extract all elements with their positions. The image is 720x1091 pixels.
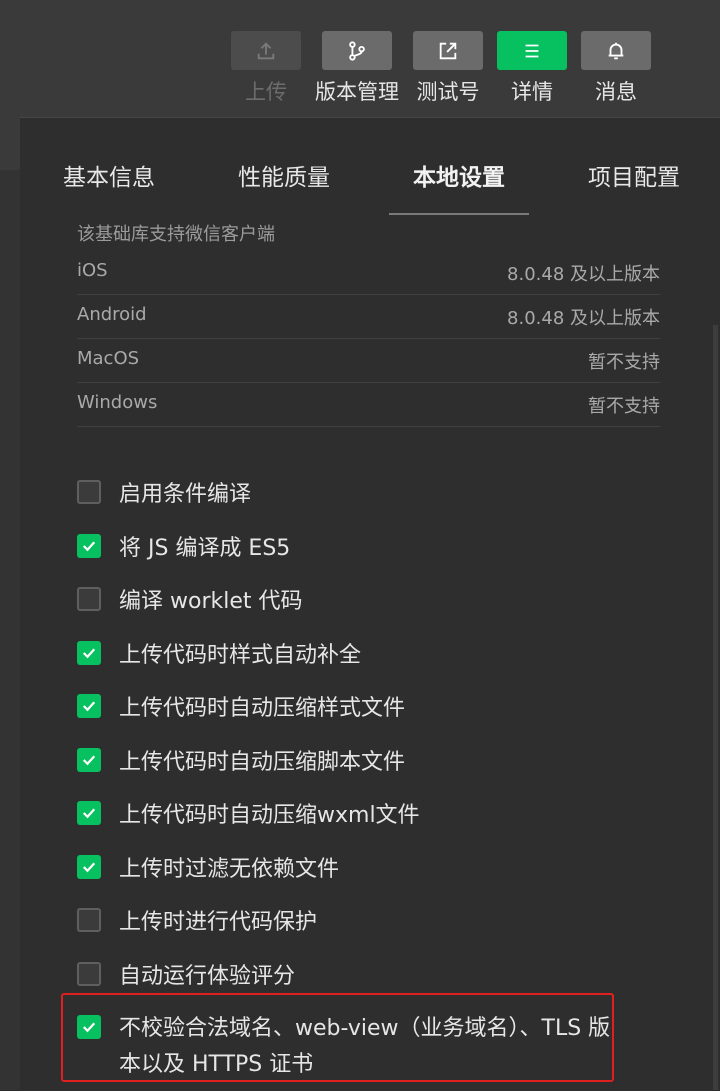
upload-icon	[231, 31, 301, 70]
support-row: iOS 8.0.48 及以上版本	[77, 250, 660, 295]
platform-name: iOS	[77, 260, 108, 281]
tab-project-config[interactable]: 项目配置	[588, 158, 680, 192]
checkbox[interactable]	[77, 908, 101, 932]
checkbox[interactable]	[77, 480, 101, 504]
checkmark-icon	[82, 755, 96, 766]
platform-support: 暂不支持	[588, 396, 660, 417]
option-label: 上传代码时自动压缩wxml文件	[119, 803, 420, 828]
checkbox-checked[interactable]	[77, 855, 101, 879]
test-account-button[interactable]: 测试号	[413, 31, 483, 105]
option-style-autocomplete[interactable]: 上传代码时样式自动补全	[77, 639, 362, 668]
platform-support: 8.0.48 及以上版本	[507, 308, 660, 329]
platform-support: 8.0.48 及以上版本	[507, 264, 660, 285]
scrollbar[interactable]	[713, 325, 718, 1090]
option-label: 上传时过滤无依赖文件	[119, 857, 340, 882]
active-tab-indicator	[389, 213, 529, 215]
details-panel: 基本信息 性能质量 本地设置 项目配置 该基础库支持微信客户端 iOS 8.0.…	[20, 117, 720, 1091]
option-label: 启用条件编译	[119, 482, 252, 507]
option-code-protection[interactable]: 上传时进行代码保护	[77, 906, 318, 935]
option-minify-script[interactable]: 上传代码时自动压缩脚本文件	[77, 746, 406, 775]
support-row: MacOS 暂不支持	[77, 338, 660, 383]
support-row: Android 8.0.48 及以上版本	[77, 294, 660, 339]
checkbox-checked[interactable]	[77, 534, 101, 558]
tab-local-settings[interactable]: 本地设置	[413, 158, 505, 192]
option-label: 上传时进行代码保护	[119, 910, 318, 935]
option-label: 上传代码时样式自动补全	[119, 643, 362, 668]
checkmark-icon	[82, 701, 96, 712]
tab-basic-info[interactable]: 基本信息	[63, 158, 155, 192]
option-auto-audit[interactable]: 自动运行体验评分	[77, 960, 296, 989]
option-es6-to-es5[interactable]: 将 JS 编译成 ES5	[77, 532, 291, 561]
checkmark-icon	[82, 862, 96, 873]
details-button[interactable]: 详情	[497, 31, 567, 105]
tab-performance[interactable]: 性能质量	[238, 158, 330, 192]
checkmark-icon	[82, 541, 96, 552]
checkbox-checked[interactable]	[77, 641, 101, 665]
upload-button[interactable]: 上传	[231, 31, 301, 105]
option-minify-wxml[interactable]: 上传代码时自动压缩wxml文件	[77, 799, 420, 828]
checkmark-icon	[82, 648, 96, 659]
checkbox[interactable]	[77, 587, 101, 611]
option-label: 将 JS 编译成 ES5	[119, 536, 291, 561]
checkmark-icon	[82, 808, 96, 819]
top-toolbar: 上传 版本管理 测试号 详情 消息	[0, 0, 720, 117]
option-compile-worklet[interactable]: 编译 worklet 代码	[77, 585, 303, 614]
details-tabs: 基本信息 性能质量 本地设置 项目配置	[20, 118, 720, 215]
option-conditional-compile[interactable]: 启用条件编译	[77, 478, 252, 507]
checkbox[interactable]	[77, 962, 101, 986]
checkbox-checked[interactable]	[77, 801, 101, 825]
platform-name: Windows	[77, 392, 158, 413]
messages-button[interactable]: 消息	[581, 31, 651, 105]
platform-name: Android	[77, 304, 147, 325]
option-label: 上传代码时自动压缩样式文件	[119, 696, 406, 721]
branch-icon	[322, 31, 392, 70]
version-management-button[interactable]: 版本管理	[315, 31, 399, 105]
checkbox-checked[interactable]	[77, 748, 101, 772]
messages-label: 消息	[595, 80, 637, 104]
option-label: 自动运行体验评分	[119, 964, 296, 989]
left-editor-strip	[0, 117, 20, 1090]
platform-support: 暂不支持	[588, 352, 660, 373]
support-row: Windows 暂不支持	[77, 382, 660, 427]
option-label: 编译 worklet 代码	[119, 589, 303, 614]
option-label: 上传代码时自动压缩脚本文件	[119, 750, 406, 775]
option-minify-style[interactable]: 上传代码时自动压缩样式文件	[77, 692, 406, 721]
bell-icon	[581, 31, 651, 70]
checkbox-checked[interactable]	[77, 694, 101, 718]
external-link-icon	[413, 31, 483, 70]
platform-name: MacOS	[77, 348, 140, 369]
option-filter-unused-files[interactable]: 上传时过滤无依赖文件	[77, 853, 340, 882]
menu-icon	[497, 31, 567, 70]
highlight-box	[61, 993, 614, 1082]
support-title: 该基础库支持微信客户端	[77, 224, 275, 245]
